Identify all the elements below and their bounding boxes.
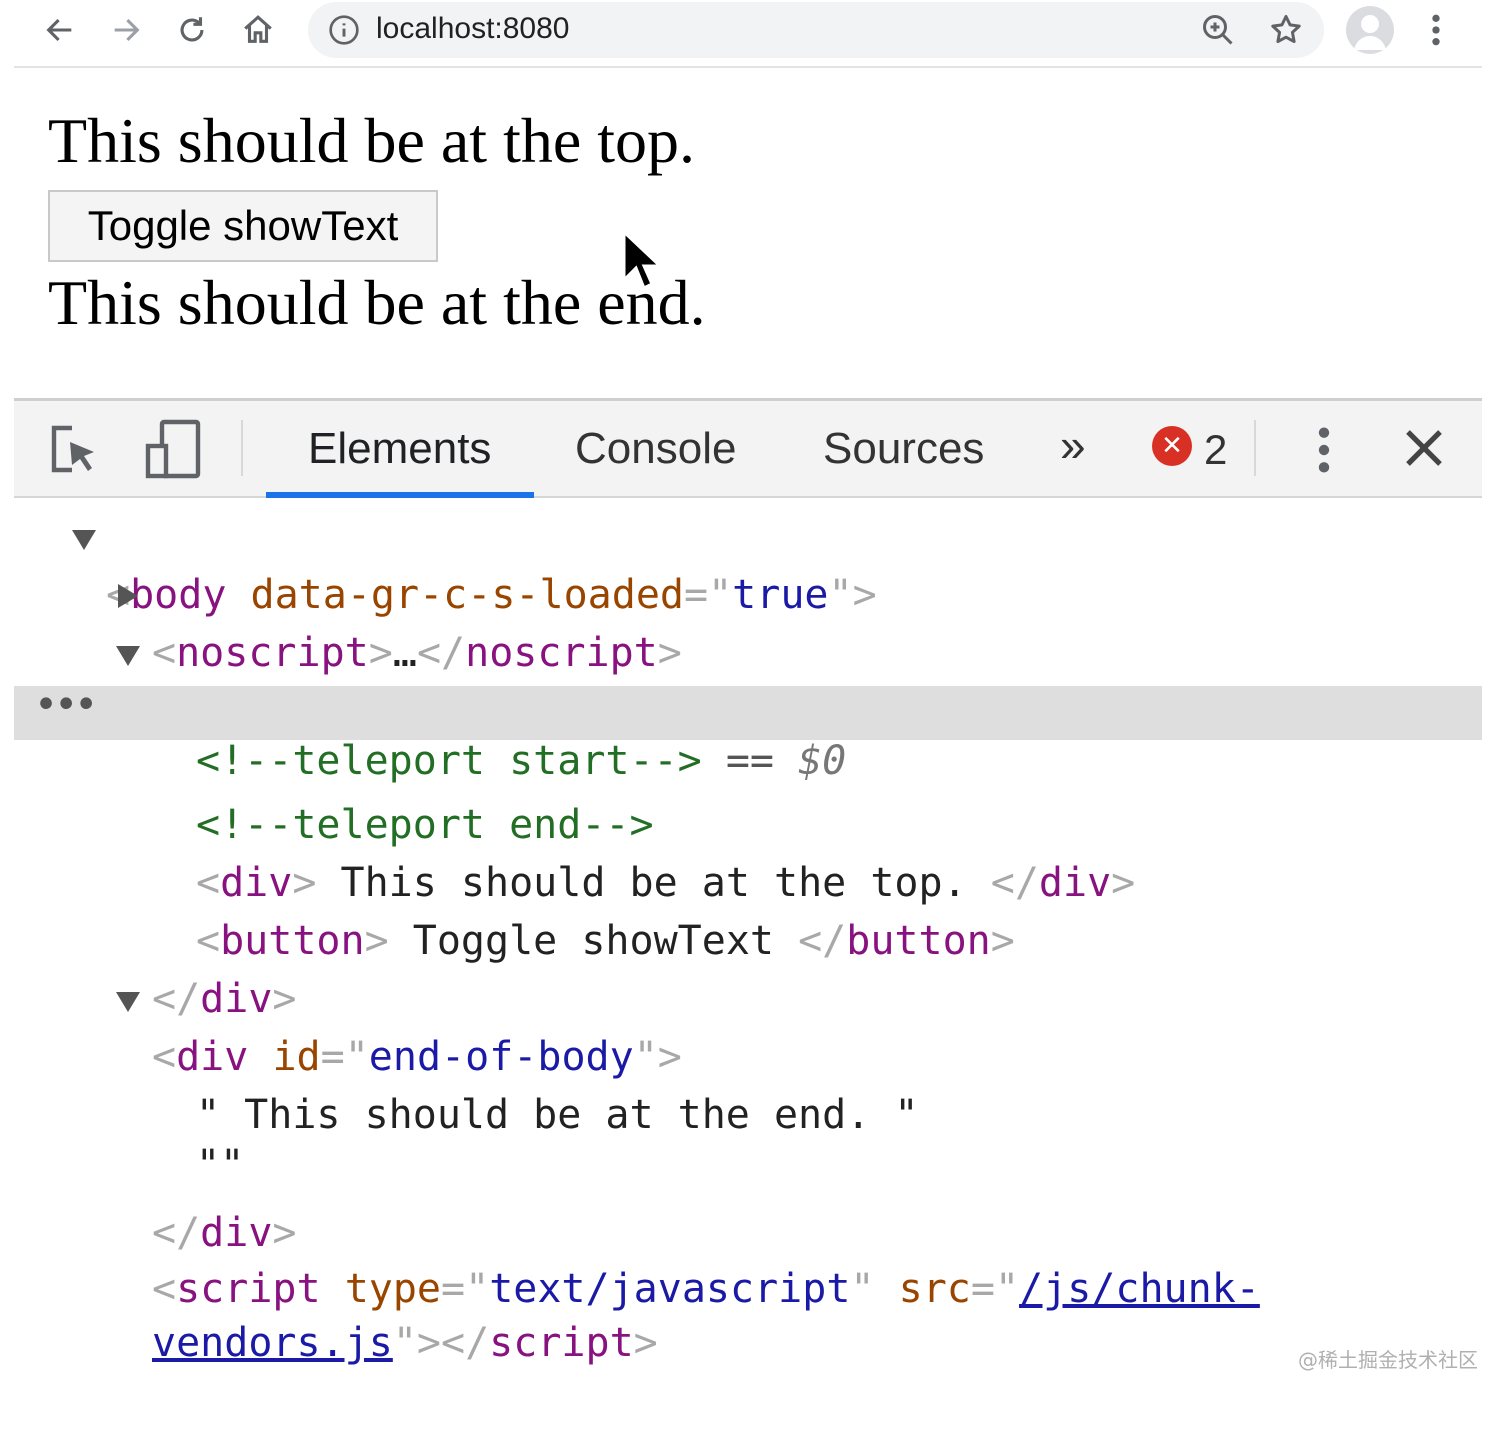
tree-node-empty-text[interactable]: "" <box>0 1078 1512 1188</box>
tree-node-teleport-start[interactable]: ••• <!--teleport start--> == $0 <box>14 682 1482 784</box>
tab-elements-underline <box>266 492 534 498</box>
toggle-showtext-button[interactable]: Toggle showText <box>48 190 438 262</box>
kebab-menu-icon[interactable] <box>1420 10 1452 55</box>
tree-node-div-top-text[interactable]: <div> This should be at the top. </div> <box>0 796 1512 906</box>
tab-elements[interactable]: Elements <box>308 424 491 474</box>
tree-node-div-app[interactable]: <div id="app"> <box>0 624 1512 734</box>
toolbar-divider <box>14 66 1482 68</box>
browser-toolbar: localhost:8080 <box>0 0 1512 62</box>
home-icon[interactable] <box>236 8 280 52</box>
info-icon[interactable] <box>328 14 360 51</box>
row-actions-dots-icon[interactable]: ••• <box>34 680 98 730</box>
tree-node-script-cont[interactable]: vendors.js"></script> <box>0 1256 1512 1366</box>
mouse-cursor-icon <box>622 228 668 299</box>
error-count[interactable]: 2 <box>1204 426 1227 474</box>
tree-node-noscript[interactable]: <noscript>…</noscript> <box>0 566 1512 676</box>
tree-node-div-end-of-body[interactable]: <div id="end-of-body"> <box>0 970 1512 1080</box>
devtools-tabbar-divider <box>14 496 1482 498</box>
expand-triangle-icon[interactable] <box>116 992 140 1012</box>
tree-node-teleport-end[interactable]: <!--teleport end--> <box>0 738 1512 848</box>
collapsed-triangle-icon[interactable] <box>118 584 138 608</box>
tree-node-body[interactable]: <body data-gr-c-s-loaded="true"> <box>0 508 1512 618</box>
reload-icon[interactable] <box>170 8 214 52</box>
back-arrow-icon[interactable] <box>38 8 82 52</box>
devtools-menu-icon[interactable] <box>1308 424 1340 481</box>
tree-node-div-end-close[interactable]: </div> <box>0 1146 1512 1256</box>
expand-triangle-icon[interactable] <box>72 530 96 550</box>
more-tabs-icon[interactable]: » <box>1060 418 1086 472</box>
close-devtools-icon[interactable] <box>1404 428 1444 473</box>
toolbar-separator <box>241 420 243 476</box>
tree-node-button[interactable]: <button> Toggle showText </button> <box>0 854 1512 964</box>
tab-console[interactable]: Console <box>575 424 736 474</box>
tree-node-script[interactable]: <script type="text/javascript" src="/js/… <box>0 1202 1512 1312</box>
device-toolbar-icon[interactable] <box>142 418 204 485</box>
watermark: @稀土掘金技术社区 <box>1298 1348 1478 1372</box>
zoom-icon[interactable] <box>1200 12 1236 53</box>
star-icon[interactable] <box>1268 12 1304 53</box>
forward-arrow-icon[interactable] <box>104 8 148 52</box>
inspect-element-icon[interactable] <box>48 424 102 483</box>
expand-triangle-icon[interactable] <box>116 646 140 666</box>
top-text: This should be at the top. <box>48 105 696 176</box>
url-text[interactable]: localhost:8080 <box>376 12 569 46</box>
tab-sources[interactable]: Sources <box>823 424 984 474</box>
error-badge-icon[interactable]: ✕ <box>1152 426 1192 466</box>
end-text: This should be at the end. <box>48 267 706 338</box>
toolbar-separator <box>1254 420 1256 476</box>
devtools-tabbar <box>14 401 1482 497</box>
profile-icon[interactable] <box>1346 6 1394 54</box>
script-src-link[interactable]: vendors.js <box>152 1320 393 1366</box>
tree-node-div-app-close[interactable]: </div> <box>0 912 1512 1022</box>
